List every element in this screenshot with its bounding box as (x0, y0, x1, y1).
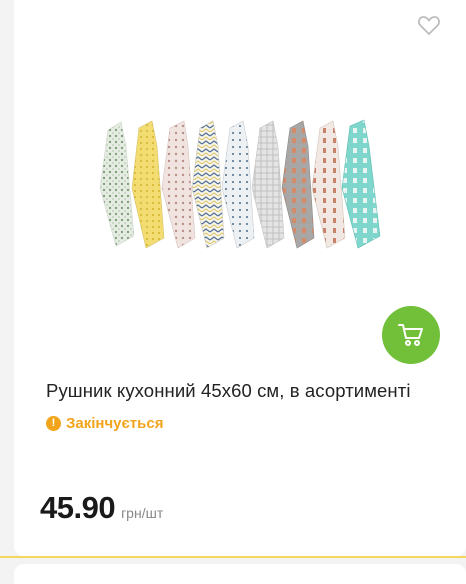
next-product-card[interactable] (14, 564, 466, 584)
price-unit: грн/шт (121, 505, 164, 521)
product-card[interactable] (14, 0, 466, 556)
price-block: 45.90 грн/шт (40, 490, 163, 526)
favorite-button[interactable] (417, 14, 441, 36)
exclamation-circle-icon: ! (46, 415, 61, 431)
price-value: 45.90 (40, 490, 116, 525)
divider (0, 556, 466, 558)
product-image[interactable] (90, 116, 390, 256)
towels-image (99, 119, 381, 249)
stock-status-label: Закінчується (66, 414, 164, 432)
product-title[interactable]: Рушник кухонний 45х60 см, в асортименті (46, 380, 446, 402)
add-to-cart-button[interactable] (382, 306, 440, 364)
heart-outline-icon (418, 16, 440, 35)
stock-status: ! Закінчується (46, 414, 163, 432)
shopping-cart-icon (398, 324, 423, 346)
